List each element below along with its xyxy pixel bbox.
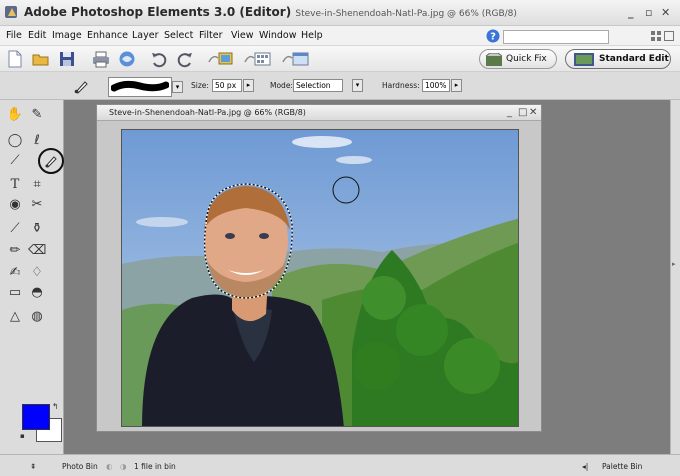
close-button[interactable]: ✕ [661,6,670,19]
brush-glyph-icon [45,156,57,168]
palette-bin-toggle-icon[interactable]: ◂| [582,462,588,471]
pencil-tool-icon[interactable]: ✏ [6,242,24,260]
selection-brush-options-icon[interactable] [73,78,89,94]
menu-image[interactable]: Image [52,30,82,41]
menu-window[interactable]: Window [259,30,296,41]
document-window: Steve-in-Shenendoah-Natl-Pa.jpg @ 66% (R… [96,104,542,432]
lasso-tool-icon[interactable]: ℓ [28,132,46,150]
standard-edit-icon [574,53,594,66]
document-close-button[interactable]: ✕ [529,107,537,118]
hardness-slider-arrow-icon[interactable]: ▸ [451,79,462,92]
quick-fix-icon [485,53,503,66]
red-eye-tool-icon[interactable]: ◉ [6,196,24,214]
shortcuts-bar: Quick Fix Standard Edit [0,46,680,72]
magic-wand-tool-icon[interactable]: ⟋ [6,152,24,170]
crop-tool-icon[interactable]: ⌗ [28,176,46,194]
palette-expand-icon[interactable]: ▸ [672,260,676,268]
restore-button[interactable]: ▫ [645,6,652,19]
menu-view[interactable]: View [231,30,254,41]
help-search-input[interactable] [503,30,609,44]
mode-dropdown-icon[interactable]: ▾ [352,79,363,92]
paint-bucket-tool-icon[interactable]: ♢ [28,264,46,282]
photo-image [122,130,518,426]
eraser-tool-icon[interactable]: ⌫ [28,242,46,260]
shape-tool-icon[interactable]: ◓ [28,284,46,302]
menu-file[interactable]: File [6,30,22,41]
workspace-grid-icon[interactable] [651,31,661,41]
marquee-tool-icon[interactable]: ◯ [6,132,24,150]
quick-fix-button[interactable]: Quick Fix [479,49,557,69]
document-window-title: Steve-in-Shenendoah-Natl-Pa.jpg @ 66% (R… [109,108,306,117]
clone-stamp-tool-icon[interactable]: ⚱ [28,220,46,238]
hardness-input[interactable]: 100% [422,79,450,92]
menu-edit[interactable]: Edit [28,30,46,41]
document-maximize-button[interactable]: □ [518,107,527,118]
svg-text:?: ? [490,32,496,43]
window-title: Adobe Photoshop Elements 3.0 (Editor) St… [24,5,517,19]
status-bar: ⇞ Photo Bin ◐ ◑ 1 file in bin ◂| Palette… [0,454,680,476]
print-icon[interactable] [92,50,110,68]
file-count-label: 1 file in bin [134,462,176,471]
save-icon[interactable] [58,50,76,68]
photo-browser-icon[interactable] [208,50,234,68]
document-minimize-button[interactable]: _ [507,107,512,118]
photoshop-elements-icon [5,6,17,18]
brush-preset-picker[interactable] [108,77,172,97]
mode-label: Mode: [270,81,293,90]
hand-tool-icon[interactable]: ✋ [6,106,24,124]
blur-tool-icon[interactable]: △ [6,308,24,326]
app-title: Adobe Photoshop Elements 3.0 (Editor) [24,5,292,19]
default-colors-icon[interactable]: ▪ [20,432,25,440]
mode-select[interactable]: Selection [293,79,343,92]
eyedropper-tool-icon[interactable]: ✎ [28,106,46,124]
size-input[interactable]: 50 px [212,79,242,92]
photo-canvas[interactable] [121,129,519,427]
foreground-color-swatch[interactable] [22,404,50,430]
options-bar: ▾ Size: 50 px ▸ Mode: Selection ▾ Hardne… [0,72,680,100]
photo-bin-toggle-icon[interactable]: ⇞ [30,462,36,471]
sponge-tool-icon[interactable]: ◍ [28,308,46,326]
title-bar: Adobe Photoshop Elements 3.0 (Editor) St… [0,0,680,26]
create-icon[interactable] [282,50,310,68]
hardness-label: Hardness: [382,81,420,90]
minimize-button[interactable]: _ [628,6,634,19]
document-title: Steve-in-Shenendoah-Natl-Pa.jpg @ 66% (R… [295,9,517,19]
menu-select[interactable]: Select [164,30,193,41]
workspace-window-icon[interactable] [664,31,674,41]
document-title-bar[interactable]: Steve-in-Shenendoah-Natl-Pa.jpg @ 66% (R… [97,105,541,121]
size-slider-arrow-icon[interactable]: ▸ [243,79,254,92]
cookie-cutter-tool-icon[interactable]: ✂ [28,196,46,214]
standard-edit-label: Standard Edit [599,54,669,64]
toolbox: ↖ ⚲ ✋ ✎ ◯ ℓ ⟋ T ⌗ ◉ ✂ ⟋ ⚱ ✏ ⌫ ✍ ♢ ▭ ◓ △ … [0,72,64,462]
photo-bin-next-icon[interactable]: ◑ [120,462,127,471]
quick-fix-label: Quick Fix [506,54,547,64]
redo-icon[interactable] [176,50,194,68]
date-view-icon[interactable] [244,50,272,68]
swap-colors-icon[interactable]: ↰ [52,402,59,411]
photo-bin-label[interactable]: Photo Bin [62,462,98,471]
type-tool-icon[interactable]: T [6,176,24,194]
gradient-tool-icon[interactable]: ▭ [6,284,24,302]
menu-help[interactable]: Help [301,30,323,41]
share-icon[interactable] [118,50,136,68]
palette-bin-label[interactable]: Palette Bin [602,462,642,471]
healing-brush-tool-icon[interactable]: ⟋ [6,220,24,238]
brush-preset-dropdown-icon[interactable]: ▾ [172,81,183,93]
menu-filter[interactable]: Filter [199,30,223,41]
menu-enhance[interactable]: Enhance [87,30,128,41]
standard-edit-button[interactable]: Standard Edit [565,49,671,69]
brush-stroke-preview [111,80,169,92]
selection-brush-tool-icon[interactable] [38,148,64,174]
size-label: Size: [191,81,209,90]
photo-bin-prev-icon[interactable]: ◐ [106,462,113,471]
open-folder-icon[interactable] [32,50,50,68]
palette-bin-edge[interactable]: ▸ [670,100,680,454]
menu-layer[interactable]: Layer [132,30,159,41]
brush-tool-icon[interactable]: ✍ [6,264,24,282]
help-icon[interactable]: ? [486,29,500,43]
undo-icon[interactable] [150,50,168,68]
new-file-icon[interactable] [6,50,24,68]
